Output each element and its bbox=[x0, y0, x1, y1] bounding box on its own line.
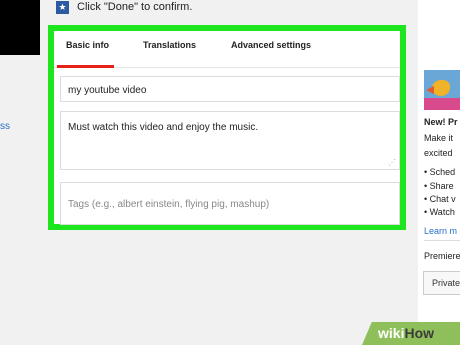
premiere-illustration bbox=[424, 70, 460, 110]
star-icon: ★ bbox=[56, 0, 69, 14]
tags-placeholder: Tags (e.g., albert einstein, flying pig,… bbox=[68, 199, 270, 210]
tab-advanced-settings[interactable]: Advanced settings bbox=[231, 40, 311, 50]
watermark-how: How bbox=[404, 325, 435, 341]
title-value: my youtube video bbox=[68, 85, 147, 96]
left-partial-link[interactable]: ss bbox=[0, 121, 10, 132]
premiere-label: Premiere bbox=[424, 251, 460, 261]
watermark-wiki: wiki bbox=[378, 325, 405, 341]
sidebar-text-line: Make it bbox=[424, 133, 454, 143]
active-tab-indicator bbox=[57, 65, 114, 68]
tab-translations[interactable]: Translations bbox=[143, 40, 196, 50]
sidebar-bullet: • Sched bbox=[424, 167, 456, 177]
tab-bar: Basic info Translations Advanced setting… bbox=[54, 31, 400, 68]
sidebar-bullet: • Watch bbox=[424, 207, 455, 217]
private-dropdown-label: Private bbox=[432, 278, 460, 288]
video-preview-placeholder bbox=[0, 0, 40, 55]
learn-more-link[interactable]: Learn m bbox=[424, 226, 457, 236]
sidebar-divider bbox=[424, 240, 460, 241]
video-details-panel: Basic info Translations Advanced setting… bbox=[48, 25, 406, 230]
description-value: Must watch this video and enjoy the musi… bbox=[68, 122, 259, 133]
tab-basic-info[interactable]: Basic info bbox=[66, 40, 109, 50]
sidebar-text-line: excited bbox=[424, 148, 453, 158]
title-field[interactable]: my youtube video bbox=[60, 76, 400, 102]
sidebar-bullet: • Chat v bbox=[424, 194, 456, 204]
premiere-sidebar: New! Pr Make it excited • Sched • Share … bbox=[418, 0, 460, 345]
description-field[interactable]: Must watch this video and enjoy the musi… bbox=[60, 111, 400, 170]
sidebar-title: New! Pr bbox=[424, 117, 458, 127]
done-hint-text: Click "Done" to confirm. bbox=[77, 1, 193, 13]
done-hint-row: ★ Click "Done" to confirm. bbox=[56, 0, 192, 14]
private-dropdown-button[interactable]: Private bbox=[423, 271, 460, 295]
tags-field[interactable]: Tags (e.g., albert einstein, flying pig,… bbox=[60, 182, 400, 225]
resize-handle-icon[interactable]: ⋰ bbox=[388, 158, 396, 167]
sidebar-bullet: • Share bbox=[424, 181, 454, 191]
wikihow-watermark: wikiHow bbox=[362, 322, 460, 345]
